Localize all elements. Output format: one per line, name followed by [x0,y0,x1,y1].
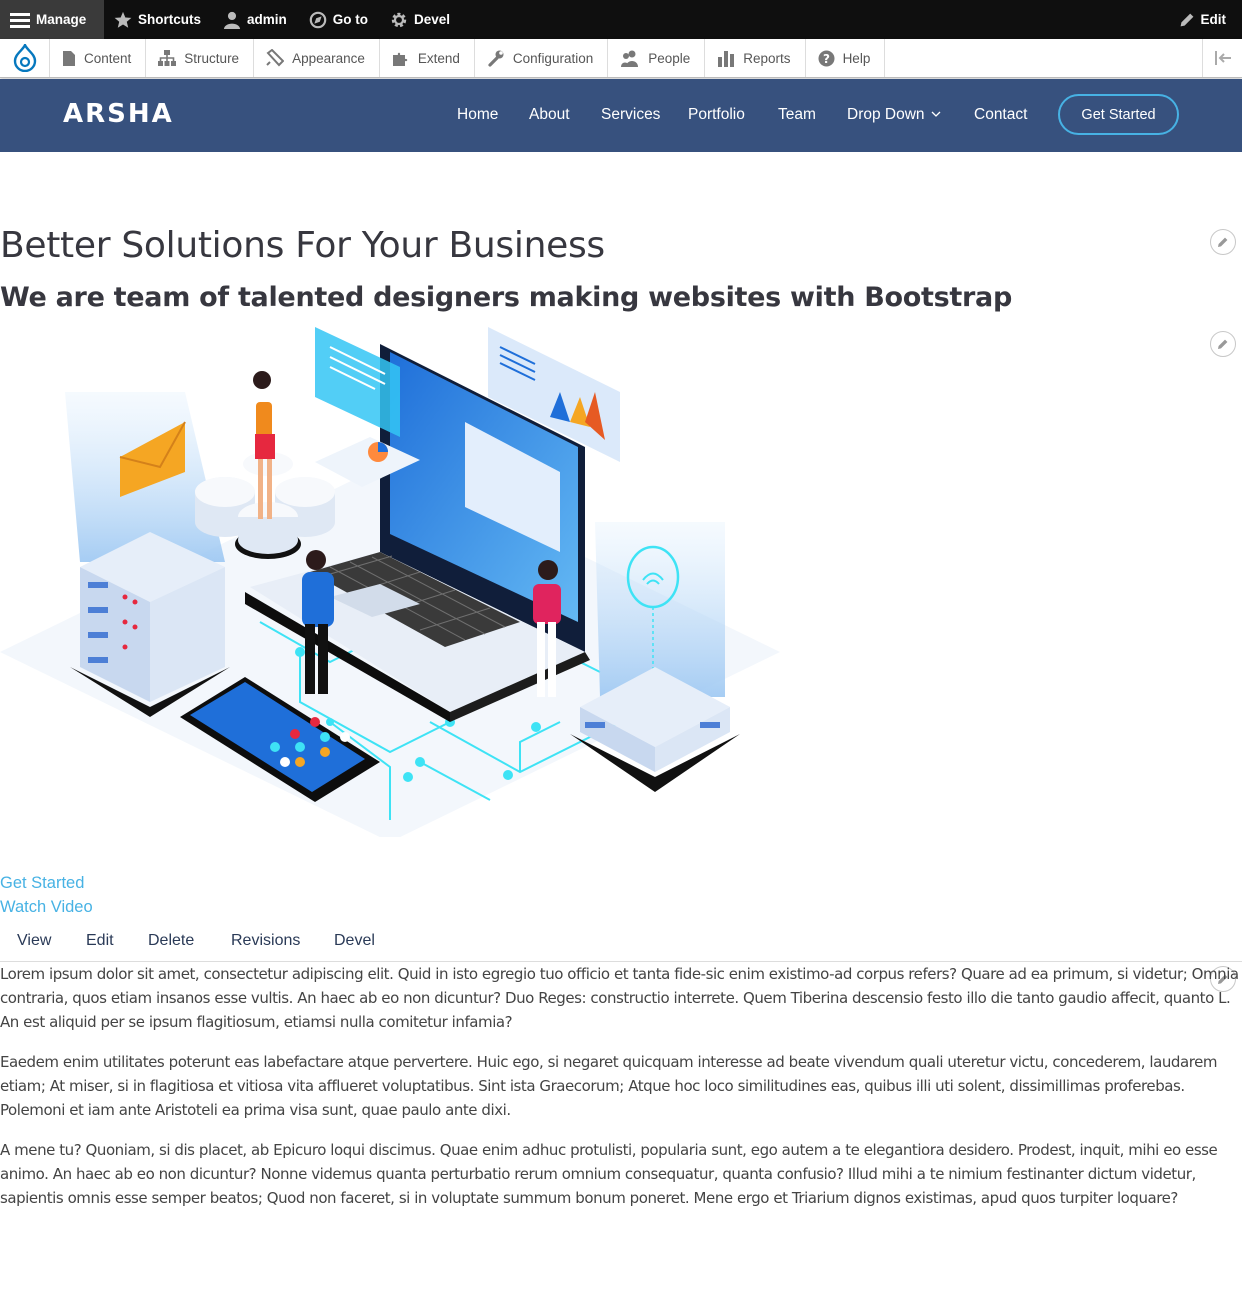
tray-item-configuration[interactable]: Configuration [475,39,609,77]
devel-button[interactable]: Devel [380,0,462,39]
tab-revisions[interactable]: Revisions [231,932,300,950]
tray-orientation-toggle[interactable] [1202,39,1242,77]
user-icon [223,11,241,29]
tray-item-label: Extend [417,50,460,66]
pencil-icon [1218,237,1228,247]
collapse-left-icon [1214,51,1231,65]
manage-label: Manage [36,12,87,27]
drupal-drop-icon [13,44,36,72]
pencil-icon [1218,339,1228,349]
shortcuts-button[interactable]: Shortcuts [104,0,213,39]
contextual-edit-button[interactable] [1210,229,1236,255]
tray-item-help[interactable]: ? Help [806,39,886,77]
manage-button[interactable]: Manage [0,0,104,39]
hamburger-icon [10,12,30,28]
tray-item-label: People [648,50,691,66]
puzzle-icon [392,52,408,66]
site-logo[interactable]: ARSHA [63,99,174,129]
tray-item-label: Configuration [512,50,594,66]
star-icon [114,11,132,28]
gear-icon [391,12,407,27]
site-header: ARSHA Home About Services Portfolio Team… [0,79,1242,152]
devel-label: Devel [414,12,451,27]
nav-about[interactable]: About [529,106,570,124]
tray-item-people[interactable]: People [608,39,706,77]
tray-item-structure[interactable]: Structure [146,39,255,77]
admin-tray: Content Structure Appearance Extend Conf… [0,39,1242,78]
body-paragraph: A mene tu? Quoniam, si dis placet, ab Ep… [0,1141,1218,1207]
edit-mode-button[interactable]: Edit [1169,0,1242,39]
pencil-icon [1180,13,1193,26]
chevron-down-icon [931,111,940,118]
hero-title: Better Solutions For Your Business [0,225,605,266]
contextual-edit-button[interactable] [1210,331,1236,357]
wrench-icon [488,50,504,67]
document-icon [63,50,75,66]
hero-watch-video-link[interactable]: Watch Video [0,898,93,917]
nav-dropdown[interactable]: Drop Down [847,106,941,124]
shortcuts-label: Shortcuts [138,12,202,27]
admin-toolbar: Manage Shortcuts admin Go to Devel Edit [0,0,1242,39]
tray-item-label: Appearance [292,50,365,66]
header-get-started-button[interactable]: Get Started [1058,94,1179,135]
sitemap-icon [158,50,177,66]
tray-item-label: Help [842,50,871,66]
bar-chart-icon [718,50,735,67]
goto-label: Go to [332,12,369,27]
tray-item-content[interactable]: Content [50,39,147,77]
user-label: admin [247,12,287,27]
tray-item-extend[interactable]: Extend [380,39,475,77]
nav-dropdown-label: Drop Down [847,106,925,123]
body-paragraph: Lorem ipsum dolor sit amet, consectetur … [0,965,1239,1031]
hero-subtitle: We are team of talented designers making… [0,282,1012,313]
goto-icon [309,11,327,28]
nav-team[interactable]: Team [778,106,816,124]
user-button[interactable]: admin [213,0,299,39]
local-tasks-tabs: View Edit Delete Revisions Devel [0,928,1242,962]
tab-delete[interactable]: Delete [148,932,194,950]
people-icon [621,50,639,67]
body-paragraph: Eaedem enim utilitates poterunt eas labe… [0,1053,1218,1119]
help-icon: ? [818,50,835,66]
tray-item-label: Content [84,50,132,66]
hero-get-started-link[interactable]: Get Started [0,874,84,893]
tray-item-label: Structure [184,50,240,66]
nav-contact[interactable]: Contact [974,106,1027,124]
tab-edit[interactable]: Edit [86,932,114,950]
hero-illustration [0,327,780,837]
drupal-logo[interactable] [0,39,50,77]
svg-text:?: ? [823,51,830,65]
edit-mode-label: Edit [1200,12,1227,27]
tab-view[interactable]: View [17,932,51,950]
tray-item-appearance[interactable]: Appearance [254,39,380,77]
tray-item-reports[interactable]: Reports [705,39,806,77]
paintbrush-icon [266,49,285,67]
tray-item-label: Reports [743,50,791,66]
tab-devel[interactable]: Devel [334,932,375,950]
nav-services[interactable]: Services [601,106,660,124]
nav-home[interactable]: Home [457,106,498,124]
nav-portfolio[interactable]: Portfolio [688,106,745,124]
goto-button[interactable]: Go to [299,0,380,39]
